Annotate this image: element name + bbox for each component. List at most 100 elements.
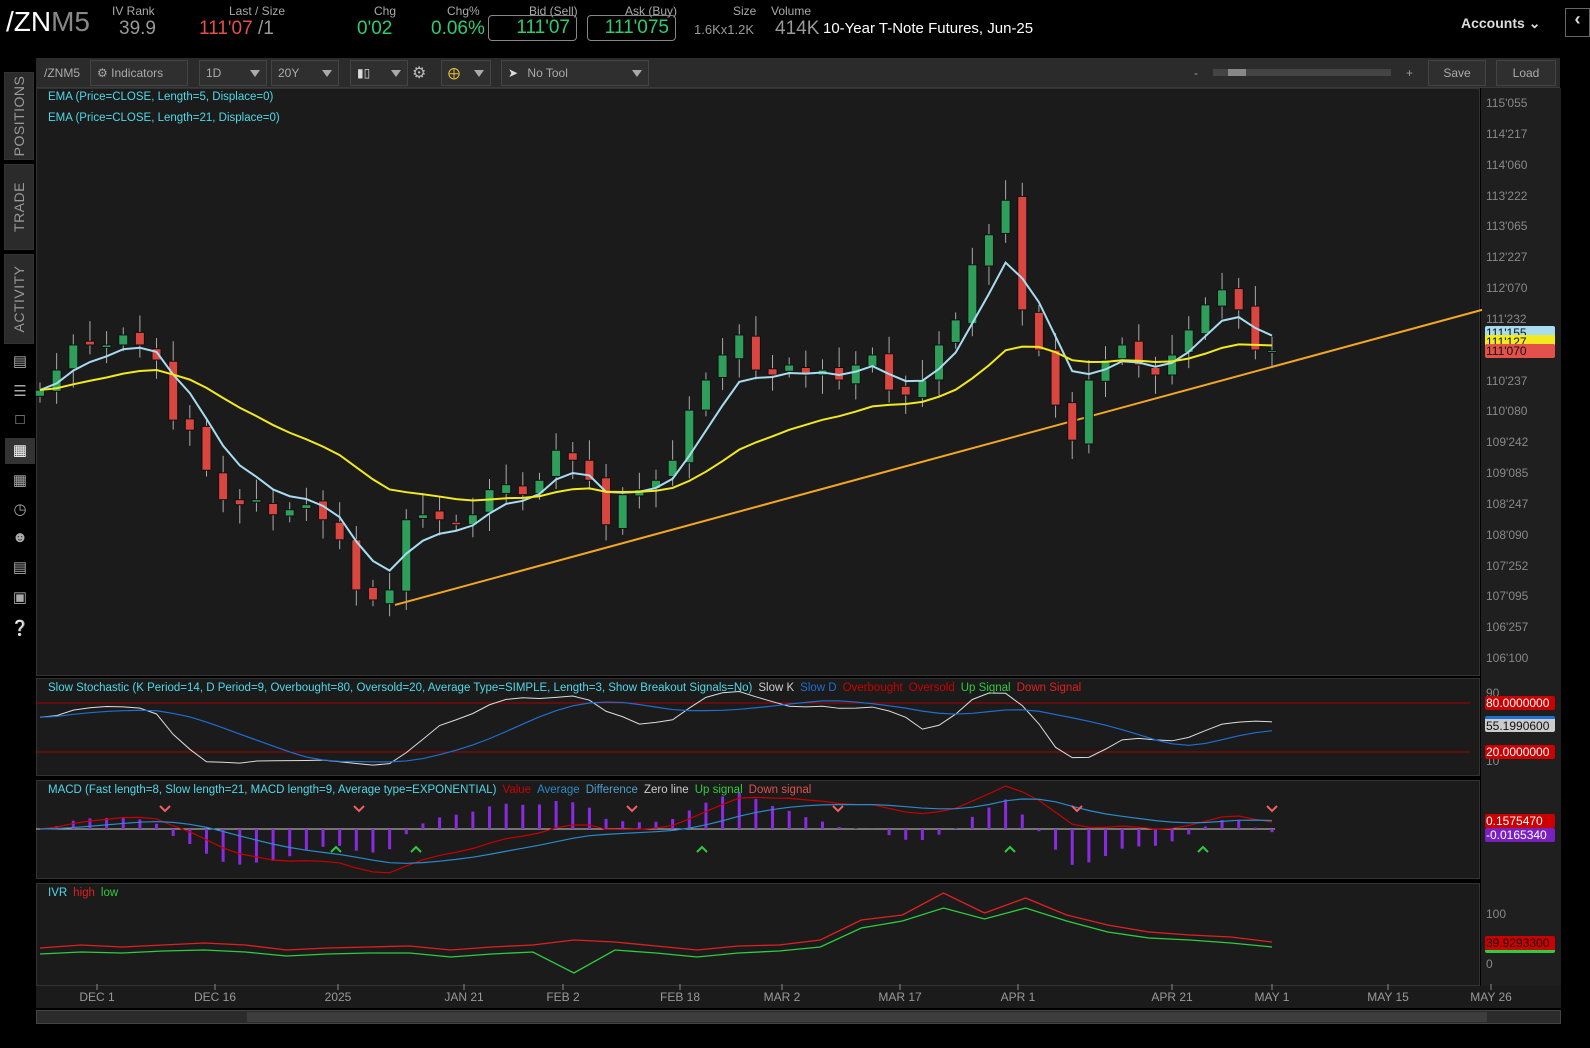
candle-body (617, 494, 628, 530)
candle-body (417, 514, 428, 519)
slow-d-line (39, 700, 1273, 763)
candle-body (950, 319, 961, 343)
macd-histogram-bar (1070, 829, 1074, 865)
candle-body (967, 264, 978, 325)
macd-diff-badge: -0.0165340 (1485, 828, 1555, 842)
macd-histogram-bar (954, 828, 958, 829)
candle-body (601, 477, 612, 526)
macd-histogram-bar (438, 817, 442, 829)
macd-histogram-bar (1004, 799, 1008, 829)
price-badge: 111'070 (1485, 344, 1555, 358)
candle-body (750, 335, 761, 371)
date-tick: DEC 16 (193, 990, 237, 1004)
macd-histogram-bar (388, 829, 392, 850)
legend-item: Down signal (748, 784, 812, 796)
candle-body (700, 379, 711, 411)
price-tick: 114'060 (1486, 157, 1528, 172)
price-tick: 113'065 (1486, 219, 1528, 234)
ivr-current-badge: 39.9293300 (1485, 936, 1555, 953)
macd-up-signal (410, 845, 422, 853)
macd-histogram-bar (204, 829, 208, 854)
macd-histogram-bar (404, 829, 408, 835)
candle-body (917, 379, 928, 399)
candle-body (767, 368, 778, 376)
stochastic-title-row: Slow Stochastic (K Period=14, D Period=9… (48, 682, 1093, 694)
macd-histogram-bar (937, 829, 941, 835)
candle-body (1050, 349, 1061, 406)
macd-histogram-bar (1187, 829, 1191, 835)
candle-body (551, 449, 562, 478)
candle-body (900, 385, 911, 396)
legend-item: Value (502, 784, 532, 796)
candle-body (434, 510, 445, 521)
candle-body (268, 502, 279, 516)
date-tick: 2025 (324, 990, 352, 1004)
candle-body (1067, 402, 1078, 441)
candle-body (1033, 311, 1044, 351)
macd-up-signal (330, 845, 342, 853)
candle-body (517, 485, 528, 496)
candle-body (451, 521, 462, 526)
price-tick: 108'090 (1486, 527, 1529, 542)
date-tick: APR 1 (1000, 990, 1036, 1004)
macd-histogram-bar (970, 816, 974, 829)
price-tick: 115'055 (1486, 96, 1528, 110)
candle-body (934, 344, 945, 381)
candle-body (850, 364, 861, 385)
macd-histogram-bar (837, 826, 841, 829)
legend-item: Up signal (694, 784, 743, 796)
candle-body (1267, 350, 1277, 353)
candle-body (134, 331, 145, 346)
date-tick: MAY 26 (1470, 990, 1512, 1004)
candle-body (184, 418, 195, 431)
candle-body (284, 509, 295, 517)
macd-histogram-bar (155, 823, 159, 829)
overbought-badge: 80.0000000 (1485, 696, 1555, 710)
price-tick: 109'085 (1486, 466, 1529, 481)
macd-histogram-bar (604, 818, 608, 829)
candle-body (84, 340, 95, 346)
date-tick: APR 21 (1151, 990, 1193, 1004)
macd-up-signal (1197, 845, 1209, 853)
candle-body (218, 472, 229, 501)
legend-item: Overbought (842, 682, 903, 694)
macd-histogram-bar (354, 829, 358, 851)
macd-histogram-bar (1137, 829, 1141, 847)
macd-histogram-bar (1120, 829, 1124, 849)
price-tick: 113'222 (1486, 188, 1528, 203)
macd-histogram-bar (138, 819, 142, 829)
macd-up-signal (696, 845, 708, 853)
macd-histogram-bar (1203, 826, 1207, 829)
macd-histogram-bar (1170, 829, 1174, 842)
date-tick: JAN 21 (444, 990, 484, 1004)
macd-histogram-bar (88, 818, 92, 829)
macd-histogram-bar (238, 829, 242, 865)
oversold-badge: 20.0000000 (1485, 745, 1555, 759)
candle-body (1000, 199, 1011, 234)
macd-histogram-bar (554, 801, 558, 829)
legend-item: Difference (585, 784, 638, 796)
date-tick: MAY 15 (1367, 990, 1409, 1004)
macd-histogram-bar (371, 829, 375, 853)
price-tick: 114'217 (1486, 126, 1528, 141)
candle-body (351, 539, 362, 591)
chart-canvas (35, 180, 1492, 990)
candle-body (1017, 195, 1028, 311)
candle-body (201, 425, 212, 471)
macd-down-signal (832, 805, 844, 813)
macd-histogram-bar (920, 829, 924, 841)
ivr-tick-100: 100 (1486, 907, 1507, 921)
ivr-low-legend: low (100, 887, 119, 899)
candle-body (101, 344, 112, 348)
ivr-title-row: IVR high low (48, 887, 124, 899)
candle-body (384, 589, 395, 605)
macd-value-badge: 0.1575470 (1485, 814, 1555, 828)
date-tick: MAR 17 (878, 990, 922, 1004)
candle-body (118, 334, 129, 346)
macd-histogram-bar (1270, 829, 1274, 833)
macd-histogram-bar (537, 804, 541, 829)
price-tick: 107'095 (1486, 589, 1529, 604)
macd-histogram-bar (820, 821, 824, 829)
stoch-current-badge: 55.1990600 (1485, 716, 1555, 733)
macd-histogram-bar (887, 829, 891, 836)
